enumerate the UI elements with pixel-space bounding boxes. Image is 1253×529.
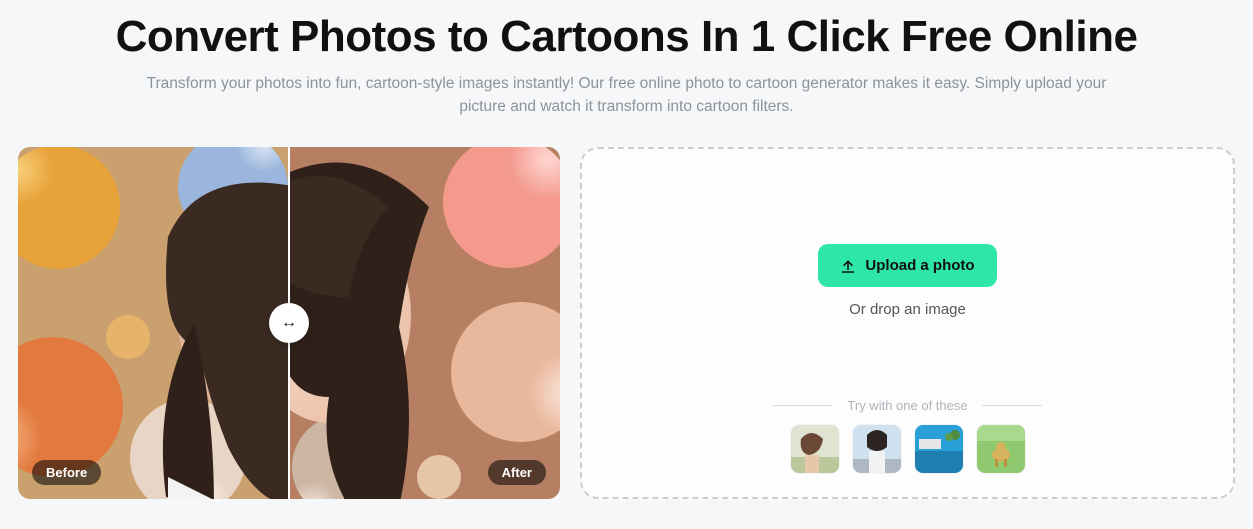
before-image bbox=[18, 147, 289, 499]
sample-image-4[interactable] bbox=[977, 425, 1025, 473]
page-subtitle: Transform your photos into fun, cartoon-… bbox=[147, 72, 1107, 119]
upload-button-label: Upload a photo bbox=[865, 257, 974, 274]
after-badge: After bbox=[488, 460, 546, 485]
after-image bbox=[289, 147, 560, 499]
upload-icon bbox=[840, 258, 856, 274]
before-badge: Before bbox=[32, 460, 101, 485]
upload-dropzone[interactable]: Upload a photo Or drop an image Try with… bbox=[580, 147, 1235, 499]
before-after-compare[interactable]: ↔ Before After bbox=[18, 147, 560, 499]
drop-hint: Or drop an image bbox=[849, 301, 966, 318]
sample-image-3[interactable] bbox=[915, 425, 963, 473]
compare-handle[interactable]: ↔ bbox=[269, 303, 309, 343]
sample-image-2[interactable] bbox=[853, 425, 901, 473]
page-title: Convert Photos to Cartoons In 1 Click Fr… bbox=[18, 12, 1235, 62]
sample-image-1[interactable] bbox=[791, 425, 839, 473]
swap-horizontal-icon: ↔ bbox=[281, 314, 297, 332]
upload-button[interactable]: Upload a photo bbox=[818, 244, 996, 287]
samples-heading: Try with one of these bbox=[773, 398, 1041, 413]
